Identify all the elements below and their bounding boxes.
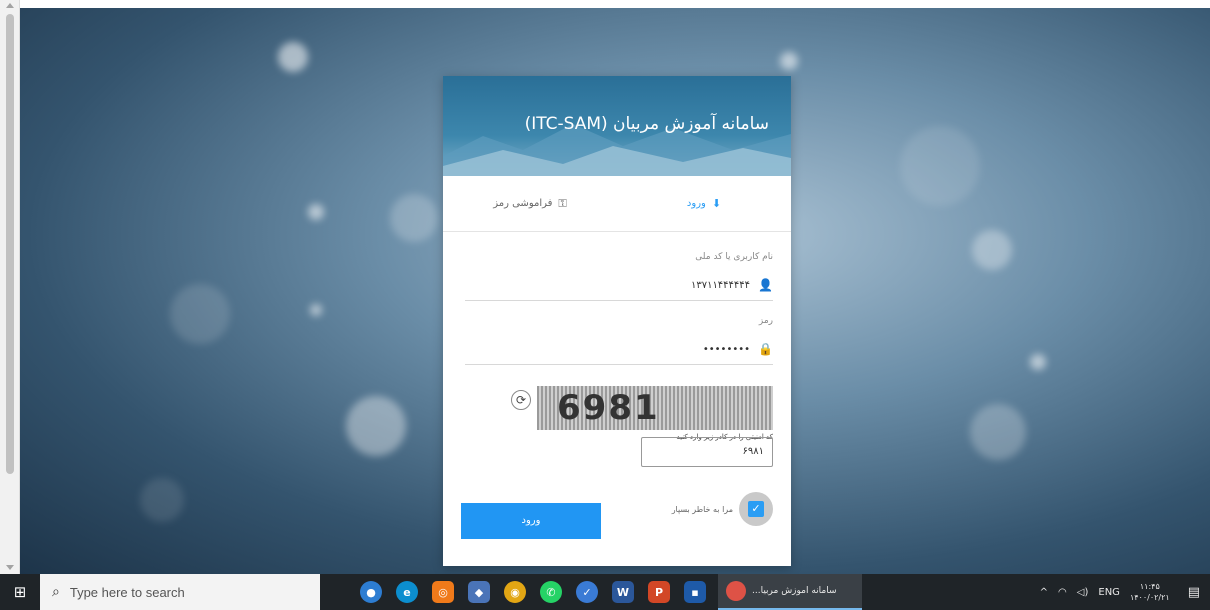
chrome-window-icon [726,581,746,601]
login-button[interactable]: ورود [461,503,601,539]
bokeh-light [1030,354,1046,370]
bokeh-light [140,478,184,522]
blue-app-icon[interactable]: ▪ [684,581,706,603]
clock-date: ۱۴۰۰/۰۲/۲۱ [1129,593,1170,602]
word-icon[interactable]: W [612,581,634,603]
remember-label: مرا به خاطر بسپار [671,504,733,514]
taskbar: ⊞ ⌕ Type here to search ● e ◎ ◆ ◉ ✆ ✓ W … [0,574,1210,610]
search-icon: ⌕ [52,584,60,600]
edge-icon[interactable]: e [396,581,418,603]
username-field: نام کاربری یا کد ملی 👤 ۱۳۷۱۱۴۴۴۴۴۴ [465,252,773,301]
checkmark-app-icon[interactable]: ✓ [576,581,598,603]
windows-start-icon[interactable]: ⊞ [0,574,40,610]
bokeh-light [170,284,230,344]
bokeh-light [390,194,438,242]
bokeh-light [970,404,1026,460]
clock[interactable]: ۱۱:۴۵ ۱۴۰۰/۰۲/۲۱ [1130,581,1170,603]
captcha-digits: 6981 [557,388,660,428]
lock-icon: 🔒 [758,342,773,356]
password-input[interactable]: 🔒 •••••••• [465,342,773,365]
active-window-title: سامانه آموزش مربیا... [752,586,837,596]
username-value: ۱۳۷۱۱۴۴۴۴۴۴ [690,279,751,291]
username-input[interactable]: 👤 ۱۳۷۱۱۴۴۴۴۴۴ [465,278,773,301]
bokeh-light [278,42,308,72]
captcha-image: 6981 [537,386,773,430]
login-tabs: ⬇ ورود ⚿ فراموشی رمز [443,176,791,232]
refresh-icon[interactable]: ⟳ [511,390,531,410]
bokeh-light [780,52,798,70]
bokeh-light [308,204,324,220]
check-icon: ✓ [748,501,764,517]
network-icon[interactable]: ◠ [1058,587,1067,598]
page-scrollbar[interactable] [0,0,20,574]
active-window-button[interactable]: سامانه آموزش مربیا... [718,574,862,610]
tab-forgot-password[interactable]: ⚿ فراموشی رمز [443,176,617,231]
scroll-thumb[interactable] [6,14,14,474]
tab-login-label: ورود [686,198,706,209]
bokeh-light [972,230,1012,270]
page-title: سامانه آموزش مربیان (ITC-SAM) [524,114,769,134]
bokeh-light [346,396,406,456]
scroll-down-arrow[interactable] [6,565,14,570]
bokeh-light [900,126,980,206]
password-label: رمز [758,316,773,326]
password-field: رمز 🔒 •••••••• [465,316,773,365]
paint-app-icon[interactable]: ◆ [468,581,490,603]
chrome-icon[interactable]: ◉ [504,581,526,603]
taskbar-search[interactable]: ⌕ Type here to search [40,574,320,610]
password-value: •••••••• [702,343,751,355]
orange-app-icon[interactable]: ◎ [432,581,454,603]
remember-checkbox[interactable]: ✓ [739,492,773,526]
pinned-apps: ● e ◎ ◆ ◉ ✆ ✓ W P ▪ [360,581,706,603]
search-placeholder: Type here to search [69,584,185,600]
login-card: سامانه آموزش مربیان (ITC-SAM) ⬇ ورود ⚿ ف… [443,76,791,566]
notification-icon[interactable]: ▤ [1188,585,1200,600]
language-indicator[interactable]: ENG [1098,587,1120,598]
tab-login[interactable]: ⬇ ورود [617,176,791,231]
user-icon: 👤 [758,278,773,292]
card-header: سامانه آموزش مربیان (ITC-SAM) [443,76,791,176]
powerpoint-icon[interactable]: P [648,581,670,603]
system-tray: ^ ◠ ◁) ENG ۱۱:۴۵ ۱۴۰۰/۰۲/۲۱ ▤ [1040,581,1210,603]
key-icon: ⚿ [558,196,567,210]
clock-time: ۱۱:۴۵ [1139,582,1160,591]
cortana-icon[interactable]: ● [360,581,382,603]
whatsapp-icon[interactable]: ✆ [540,581,562,603]
chevron-up-icon[interactable]: ^ [1040,587,1048,598]
captcha-input[interactable]: ۶۹۸۱ [641,437,773,467]
bokeh-light [310,304,322,316]
volume-icon[interactable]: ◁) [1077,587,1089,598]
username-label: نام کاربری یا کد ملی [695,252,773,262]
login-icon: ⬇ [711,197,722,210]
remember-me[interactable]: ✓ مرا به خاطر بسپار [672,492,773,526]
tab-forgot-password-label: فراموشی رمز [493,198,553,209]
scroll-up-arrow[interactable] [6,3,14,8]
